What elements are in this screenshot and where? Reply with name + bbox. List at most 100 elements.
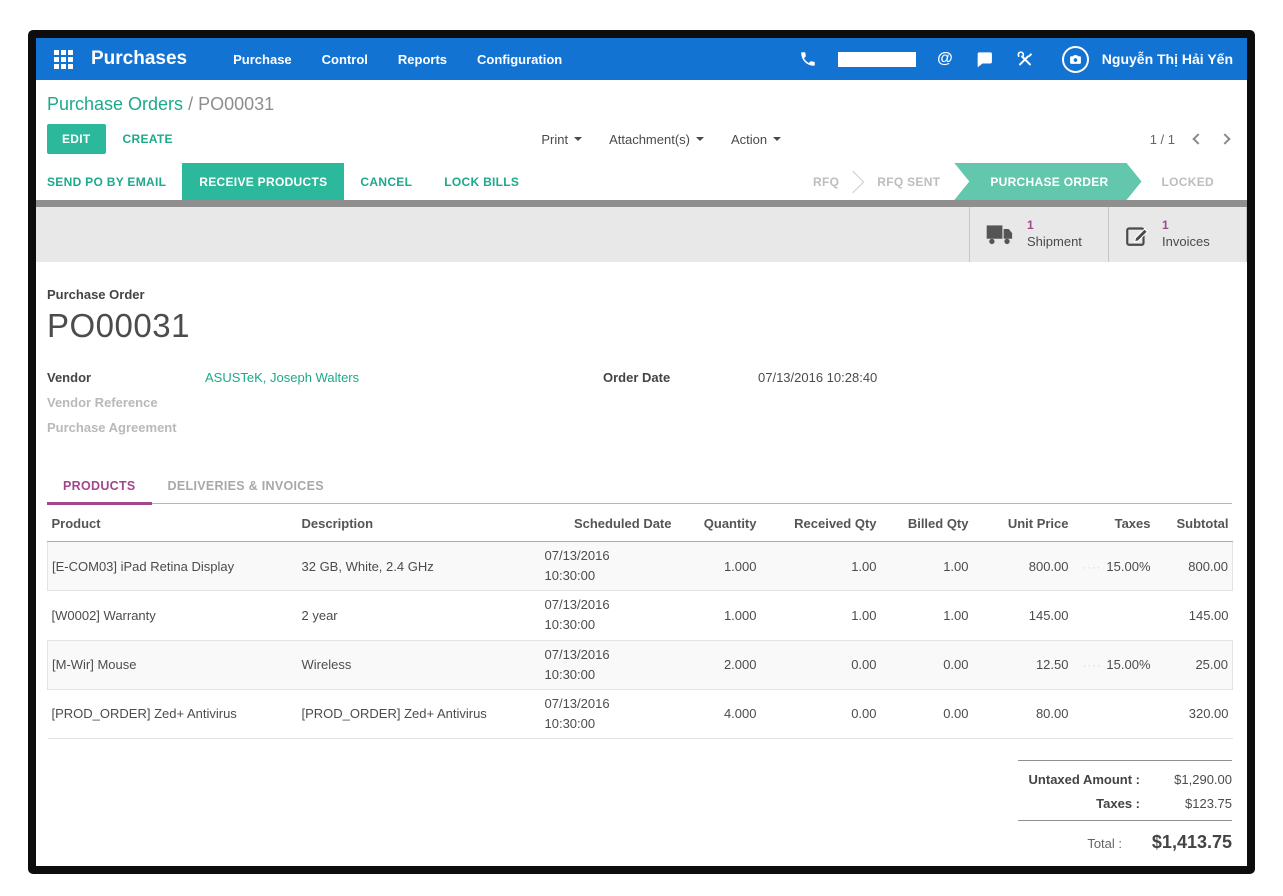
cell-received-qty: 0.00 [761, 689, 881, 738]
totals-block: Untaxed Amount : $1,290.00 Taxes : $123.… [1018, 760, 1232, 853]
caret-down-icon [773, 137, 781, 141]
cell-scheduled-date: 07/13/2016 10:30:00 [541, 689, 676, 738]
breadcrumb: Purchase Orders / PO00031 [47, 90, 1233, 118]
cell-description: [PROD_ORDER] Zed+ Antivirus [298, 689, 541, 738]
cell-quantity: 1.000 [676, 542, 761, 591]
cell-received-qty: 1.00 [761, 542, 881, 591]
cell-quantity: 1.000 [676, 591, 761, 640]
top-navbar: Purchases Purchase Control Reports Configur… [36, 38, 1247, 80]
breadcrumb-current: PO00031 [198, 94, 274, 114]
order-date-label: Order Date [603, 370, 758, 385]
table-row[interactable]: [E-COM03] iPad Retina Display32 GB, Whit… [48, 542, 1233, 591]
app-window-content: Purchases Purchase Control Reports Configur… [36, 38, 1247, 866]
invoice-edit-icon [1124, 222, 1150, 248]
column-header-billed-qty[interactable]: Billed Qty [881, 504, 973, 542]
fields-right-column: Order Date 07/13/2016 10:28:40 [603, 370, 1232, 445]
tools-icon[interactable] [1015, 49, 1035, 69]
app-title: Purchases [91, 48, 187, 70]
status-rfq-sent[interactable]: RFQ SENT [857, 163, 960, 200]
table-body: [E-COM03] iPad Retina Display32 GB, Whit… [48, 542, 1233, 739]
cell-received-qty: 1.00 [761, 591, 881, 640]
user-avatar[interactable] [1062, 46, 1089, 73]
print-menu-label: Print [541, 132, 568, 147]
vendor-label: Vendor [47, 370, 205, 385]
menu-item-purchase[interactable]: Purchase [233, 52, 292, 67]
cell-scheduled-date: 07/13/2016 10:30:00 [541, 542, 676, 591]
vendor-reference-label: Vendor Reference [47, 395, 205, 410]
cell-billed-qty: 0.00 [881, 640, 973, 689]
cell-taxes: ····15.00% [1073, 640, 1155, 689]
mentions-icon[interactable]: @ [937, 50, 953, 68]
pager: 1 / 1 [1150, 132, 1229, 147]
cancel-button[interactable]: CANCEL [344, 163, 428, 200]
menu-item-control[interactable]: Control [322, 52, 368, 67]
cell-unit-price: 80.00 [973, 689, 1073, 738]
tab-products[interactable]: PRODUCTS [47, 469, 152, 503]
menu-item-reports[interactable]: Reports [398, 52, 447, 67]
table-row[interactable]: [W0002] Warranty2 year07/13/2016 10:30:0… [48, 591, 1233, 640]
tax-dots: ···· [1083, 562, 1102, 574]
smart-buttons-box: 1Shipment1Invoices [36, 207, 1247, 262]
apps-grid-icon[interactable] [54, 50, 73, 69]
divider-strip [36, 200, 1247, 207]
cell-billed-qty: 0.00 [881, 689, 973, 738]
form-sheet: Purchase Order PO00031 Vendor ASUSTeK, J… [36, 262, 1247, 866]
app-menu: Purchase Control Reports Configuration [233, 52, 562, 67]
cell-description: Wireless [298, 640, 541, 689]
untaxed-amount-value: $1,290.00 [1140, 772, 1232, 787]
menu-item-configuration[interactable]: Configuration [477, 52, 562, 67]
vendor-value[interactable]: ASUSTeK, Joseph Walters [205, 370, 359, 385]
purchase-agreement-label: Purchase Agreement [47, 420, 205, 435]
user-menu[interactable]: Nguyễn Thị Hải Yến [1102, 51, 1233, 67]
column-header-unit-price[interactable]: Unit Price [973, 504, 1073, 542]
column-header-description[interactable]: Description [298, 504, 541, 542]
action-menus: Print Attachment(s) Action [173, 132, 1150, 147]
app-window: Purchases Purchase Control Reports Configur… [28, 30, 1255, 874]
smart-button-count: 1 [1027, 218, 1082, 234]
receive-products-button[interactable]: RECEIVE PRODUCTS [182, 163, 344, 200]
cell-quantity: 4.000 [676, 689, 761, 738]
column-header-scheduled-date[interactable]: Scheduled Date [541, 504, 676, 542]
column-header-received-qty[interactable]: Received Qty [761, 504, 881, 542]
cell-subtotal: 25.00 [1155, 640, 1233, 689]
print-menu[interactable]: Print [541, 132, 582, 147]
phone-icon[interactable] [799, 50, 817, 68]
chat-bubble-icon[interactable] [974, 50, 994, 69]
cell-unit-price: 800.00 [973, 542, 1073, 591]
status-locked[interactable]: LOCKED [1142, 163, 1234, 200]
cell-taxes: ····15.00% [1073, 542, 1155, 591]
smart-button-label: Shipment [1027, 234, 1082, 251]
fields-left-column: Vendor ASUSTeK, Joseph Walters Vendor Re… [47, 370, 603, 445]
breadcrumb-parent[interactable]: Purchase Orders [47, 94, 183, 114]
cell-product: [W0002] Warranty [48, 591, 298, 640]
column-header-subtotal[interactable]: Subtotal [1155, 504, 1233, 542]
smart-button-shipment[interactable]: 1Shipment [969, 207, 1108, 262]
notebook-tabs: PRODUCTSDELIVERIES & INVOICES [47, 469, 1232, 504]
table-row[interactable]: [PROD_ORDER] Zed+ Antivirus[PROD_ORDER] … [48, 689, 1233, 738]
order-lines-table: ProductDescriptionScheduled DateQuantity… [47, 504, 1233, 739]
lock-bills-button[interactable]: LOCK BILLS [428, 163, 535, 200]
cell-description: 2 year [298, 591, 541, 640]
column-header-taxes[interactable]: Taxes [1073, 504, 1155, 542]
smart-button-invoices[interactable]: 1Invoices [1108, 207, 1247, 262]
action-menu-label: Action [731, 132, 767, 147]
action-menu[interactable]: Action [731, 132, 781, 147]
attachments-menu[interactable]: Attachment(s) [609, 132, 704, 147]
taxes-label: Taxes : [1096, 796, 1140, 811]
chevron-right-icon[interactable] [1219, 133, 1230, 144]
send-po-by-email-button[interactable]: SEND PO BY EMAIL [47, 163, 182, 200]
create-button[interactable]: CREATE [123, 132, 173, 146]
statusbar: SEND PO BY EMAILRECEIVE PRODUCTSCANCELLO… [36, 163, 1247, 200]
cell-product: [E-COM03] iPad Retina Display [48, 542, 298, 591]
column-header-product[interactable]: Product [48, 504, 298, 542]
smart-button-count: 1 [1162, 218, 1210, 234]
status-purchase-order[interactable]: PURCHASE ORDER [954, 163, 1141, 200]
column-header-quantity[interactable]: Quantity [676, 504, 761, 542]
tab-deliveries-invoices[interactable]: DELIVERIES & INVOICES [152, 469, 340, 503]
table-row[interactable]: [M-Wir] MouseWireless07/13/2016 10:30:00… [48, 640, 1233, 689]
cell-billed-qty: 1.00 [881, 542, 973, 591]
caret-down-icon [574, 137, 582, 141]
chevron-left-icon[interactable] [1192, 133, 1203, 144]
progress-bar[interactable] [838, 52, 916, 67]
edit-button[interactable]: EDIT [47, 124, 106, 154]
